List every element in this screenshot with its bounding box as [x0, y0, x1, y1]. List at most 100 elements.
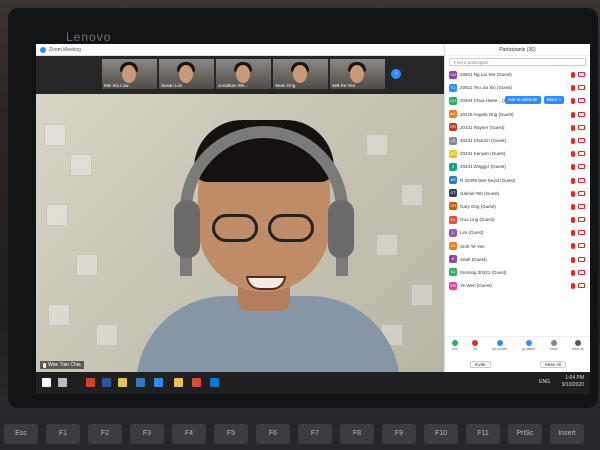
- muted-mic-icon[interactable]: [571, 137, 575, 144]
- video-off-icon[interactable]: [578, 72, 585, 77]
- video-off-icon[interactable]: [578, 98, 585, 104]
- folder-icon[interactable]: [174, 378, 183, 387]
- ask-to-unmute-button[interactable]: Ask to Unmute: [505, 96, 541, 105]
- video-off-icon[interactable]: [578, 243, 585, 249]
- thumbnail-name: Sean Ong: [275, 83, 296, 88]
- keyboard-key: PrtSc: [508, 424, 542, 444]
- muted-mic-icon[interactable]: [571, 269, 575, 276]
- muted-mic-icon[interactable]: [571, 72, 575, 78]
- participant-row[interactable]: Z 20431 Zhiggyz (Guest): [445, 160, 590, 173]
- participant-row[interactable]: AC 20425 Angela Ong (Guest): [445, 108, 590, 121]
- reaction-button[interactable]: go faster: [522, 340, 535, 351]
- participant-row[interactable]: CE 20431 Chia En (Guest): [445, 134, 590, 147]
- video-off-icon[interactable]: [578, 177, 585, 183]
- participant-row[interactable]: SY Sroh Ye Yee: [445, 239, 590, 252]
- participant-row[interactable]: KE 20431 Kenyan (Guest): [445, 147, 590, 160]
- reaction-button[interactable]: clear all: [572, 340, 584, 351]
- thumbnail-video[interactable]: Sean Ong: [273, 59, 328, 89]
- video-off-icon[interactable]: [578, 85, 585, 91]
- thumbnail-video[interactable]: Sek Ee Yeo: [330, 59, 385, 89]
- video-off-icon[interactable]: [578, 164, 585, 170]
- file-explorer-icon[interactable]: [118, 378, 127, 387]
- video-off-icon[interactable]: [578, 111, 585, 117]
- muted-mic-icon[interactable]: [571, 256, 575, 263]
- keyboard-key: F1: [46, 424, 80, 444]
- tray-clock[interactable]: 1:04 PM 9/10/2020: [562, 375, 584, 389]
- reaction-label: no: [473, 347, 478, 351]
- edge-icon[interactable]: [136, 378, 145, 387]
- participant-avatar: SZ: [449, 268, 457, 277]
- video-off-icon[interactable]: [578, 137, 585, 143]
- video-off-icon[interactable]: [578, 124, 585, 130]
- speaker-name-tag: Wee Tian Chia: [40, 361, 84, 369]
- muted-mic-icon[interactable]: [571, 164, 575, 171]
- keyboard-key: F9: [382, 424, 416, 444]
- video-off-icon[interactable]: [578, 230, 585, 236]
- muted-mic-icon[interactable]: [571, 203, 575, 210]
- thumbnail-video[interactable]: Jonathan We...: [216, 59, 271, 89]
- reaction-button[interactable]: more: [550, 340, 558, 351]
- thumbnail-video[interactable]: Mei Xiu Low: [102, 59, 157, 89]
- participant-row[interactable]: GT Gabriel Teh (Guest): [445, 187, 590, 200]
- video-off-icon[interactable]: [578, 203, 585, 209]
- muted-mic-icon[interactable]: [571, 124, 575, 131]
- participant-name: 20921 Ng Lai Yee (Guest): [460, 72, 512, 78]
- reaction-button[interactable]: go slower: [493, 340, 508, 351]
- muted-mic-icon[interactable]: [571, 190, 575, 197]
- invite-button[interactable]: Invite: [469, 360, 491, 368]
- muted-mic-icon[interactable]: [571, 177, 575, 184]
- start-icon[interactable]: [42, 378, 51, 387]
- video-off-icon[interactable]: [578, 269, 585, 275]
- chrome-icon[interactable]: [192, 378, 201, 387]
- muted-mic-icon[interactable]: [571, 85, 575, 92]
- video-off-icon[interactable]: [578, 283, 585, 288]
- more-button[interactable]: More >: [544, 96, 565, 105]
- tray-language[interactable]: ENG: [539, 379, 550, 385]
- muted-mic-icon[interactable]: [571, 98, 575, 105]
- muted-mic-icon[interactable]: [571, 111, 575, 118]
- next-page-arrow-icon[interactable]: ›: [391, 69, 401, 79]
- participant-row[interactable]: CH 20404 Chua Hwee... (Guest) Ask to Unmut…: [445, 94, 590, 107]
- participant-row[interactable]: CN 20921 Ng Lai Yee (Guest): [445, 68, 590, 81]
- speaker-video[interactable]: Wee Tian Chia: [36, 94, 444, 372]
- window-titlebar: Zoom Meeting: [36, 44, 444, 56]
- store-icon[interactable]: [210, 378, 219, 387]
- muted-mic-icon[interactable]: [571, 243, 575, 250]
- participant-name: R 20405 Dee Seyid (Guest): [460, 177, 516, 183]
- clock-time: 1:04 PM: [565, 375, 584, 381]
- zoom-taskbar-icon[interactable]: [154, 378, 163, 387]
- clock-date: 9/10/2020: [561, 382, 584, 388]
- word-icon[interactable]: [102, 378, 111, 387]
- participant-row[interactable]: DR 20431 Rayner (Guest): [445, 121, 590, 134]
- photo-scene: Lenovo Zoom Meeting Mei Xiu Low Susan Li…: [0, 0, 600, 450]
- reaction-icon: [497, 340, 504, 346]
- thumbnail-video[interactable]: Susan Lim: [159, 59, 214, 89]
- headphone-earcup: [174, 200, 200, 258]
- windows-taskbar: ENG 1:04 PM 9/10/2020: [36, 372, 590, 394]
- find-participant-input[interactable]: Find a participant: [449, 58, 586, 66]
- participant-name: Ye Wen (Guest): [460, 283, 492, 289]
- participant-row[interactable]: AS R 20405 Dee Seyid (Guest): [445, 174, 590, 187]
- task-view-icon[interactable]: [58, 378, 67, 387]
- participant-name: Sunning 20421 (Guest): [460, 269, 507, 275]
- participant-row[interactable]: S Seah (Guest): [445, 253, 590, 266]
- muted-mic-icon[interactable]: [571, 283, 575, 289]
- participant-row[interactable]: GL Guo Ling (Guest): [445, 213, 590, 226]
- video-off-icon[interactable]: [578, 256, 585, 262]
- keyboard-key: F10: [424, 424, 458, 444]
- participant-row[interactable]: TJ 20921 Teo Jia Xin (Guest): [445, 81, 590, 94]
- muted-mic-icon[interactable]: [571, 151, 575, 158]
- participant-row[interactable]: L Lim (Guest): [445, 226, 590, 239]
- participant-row[interactable]: YW Ye Wen (Guest): [445, 279, 590, 292]
- participant-row[interactable]: SZ Sunning 20421 (Guest): [445, 266, 590, 279]
- reaction-button[interactable]: no: [472, 340, 479, 351]
- video-off-icon[interactable]: [578, 190, 585, 196]
- participant-row[interactable]: GO Gary Ong (Guest): [445, 200, 590, 213]
- muted-mic-icon[interactable]: [571, 230, 575, 237]
- mute-all-button[interactable]: Mute All: [540, 360, 567, 368]
- video-off-icon[interactable]: [578, 151, 585, 157]
- reaction-button[interactable]: yes: [452, 340, 459, 351]
- video-off-icon[interactable]: [578, 217, 585, 223]
- powerpoint-icon[interactable]: [86, 378, 95, 387]
- muted-mic-icon[interactable]: [571, 217, 575, 224]
